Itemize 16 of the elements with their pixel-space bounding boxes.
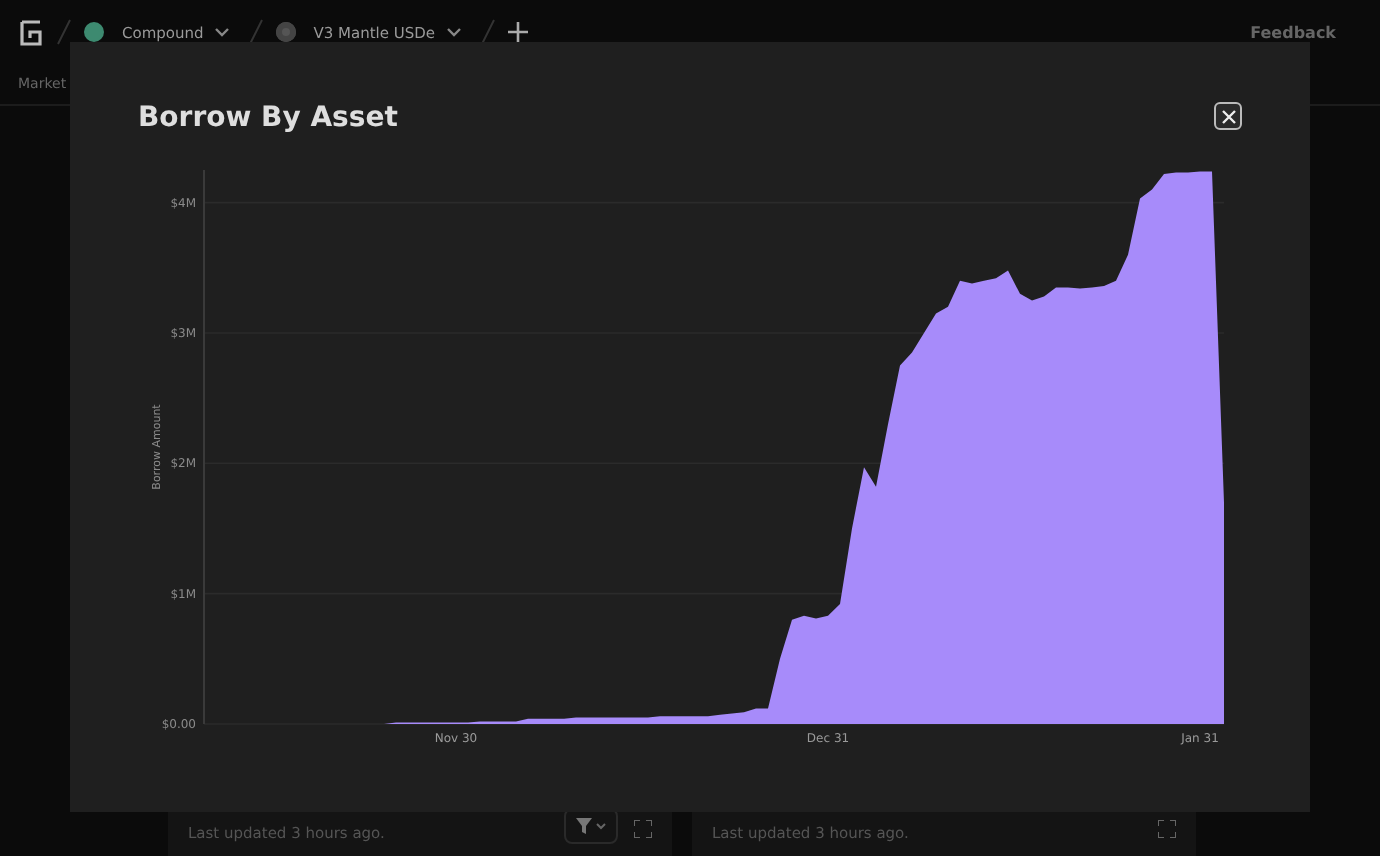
slash-icon xyxy=(56,18,72,46)
plus-icon[interactable] xyxy=(507,22,528,42)
slash-icon xyxy=(247,18,264,46)
logo-icon[interactable] xyxy=(20,19,44,45)
close-button[interactable] xyxy=(1214,102,1242,130)
chevron-icon xyxy=(445,26,462,38)
modal-title: Borrow By Asset xyxy=(138,100,398,138)
token-icon xyxy=(84,22,104,42)
close-icon xyxy=(1221,109,1235,123)
chevron-icon xyxy=(596,822,606,830)
funnel-icon xyxy=(576,818,592,834)
expand-icon[interactable] xyxy=(1158,820,1176,838)
expand-icon[interactable] xyxy=(634,820,652,838)
slash-icon xyxy=(479,18,496,46)
chevron-icon xyxy=(213,26,230,38)
token-icon xyxy=(275,22,296,42)
